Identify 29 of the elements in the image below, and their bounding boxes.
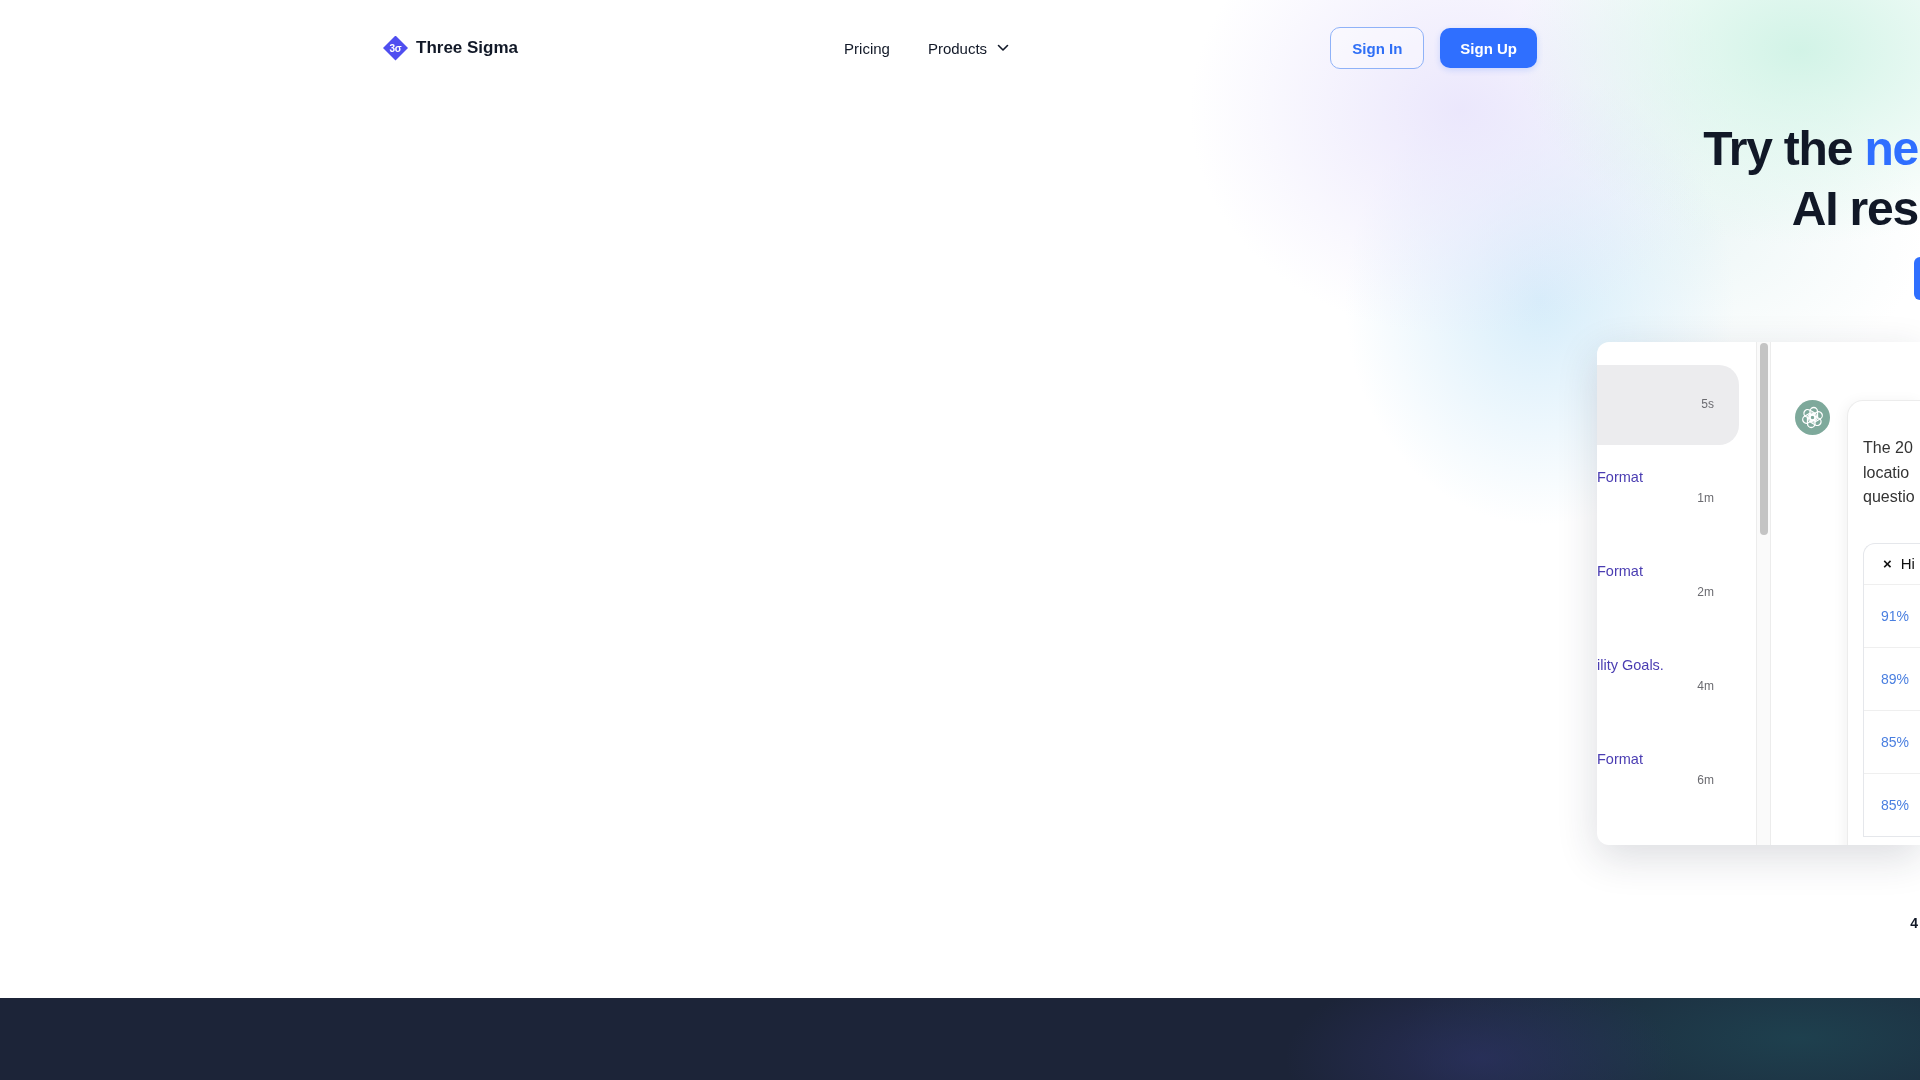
nav-link[interactable]: Pricing	[844, 39, 890, 57]
time-label: 6m	[1697, 772, 1714, 789]
time-label: 2m	[1697, 584, 1714, 601]
message-text: The 20 locatio questio	[1863, 438, 1916, 507]
percent-text: 85%	[1881, 733, 1910, 750]
outline-button[interactable]: Sign In	[1330, 27, 1425, 69]
brand-name[interactable]: Three Sigma	[416, 38, 519, 58]
logo-mark[interactable]: 3σ	[383, 35, 408, 61]
stat-number: 4	[1910, 914, 1918, 932]
time-label: 1m	[1697, 490, 1714, 507]
percent-text: 85%	[1881, 796, 1910, 813]
time-label: 5s	[1701, 396, 1714, 413]
hero-heading: Try the ne AI res	[1703, 121, 1918, 237]
knot-logo-icon	[1795, 400, 1830, 435]
conversation-item[interactable]: 5s	[1597, 365, 1739, 445]
nav-dropdown[interactable]: Products	[927, 39, 1010, 57]
scrollbar-thumb[interactable]	[1759, 343, 1768, 535]
cross-icon: ×	[1883, 555, 1892, 572]
conversation-title: Format	[1597, 750, 1643, 769]
column-heading: Hi	[1900, 555, 1915, 572]
chevron-down-icon	[997, 44, 1010, 52]
percent-text: 91%	[1881, 607, 1910, 624]
percent-text: 89%	[1881, 670, 1910, 687]
primary-button[interactable]: Sign Up	[1440, 28, 1537, 68]
conversation-title: ility Goals.	[1597, 656, 1664, 675]
cta-button[interactable]	[1914, 257, 1920, 300]
conversation-title: Format	[1597, 562, 1643, 581]
time-label: 4m	[1697, 678, 1714, 695]
conversation-title: Format	[1597, 468, 1643, 487]
